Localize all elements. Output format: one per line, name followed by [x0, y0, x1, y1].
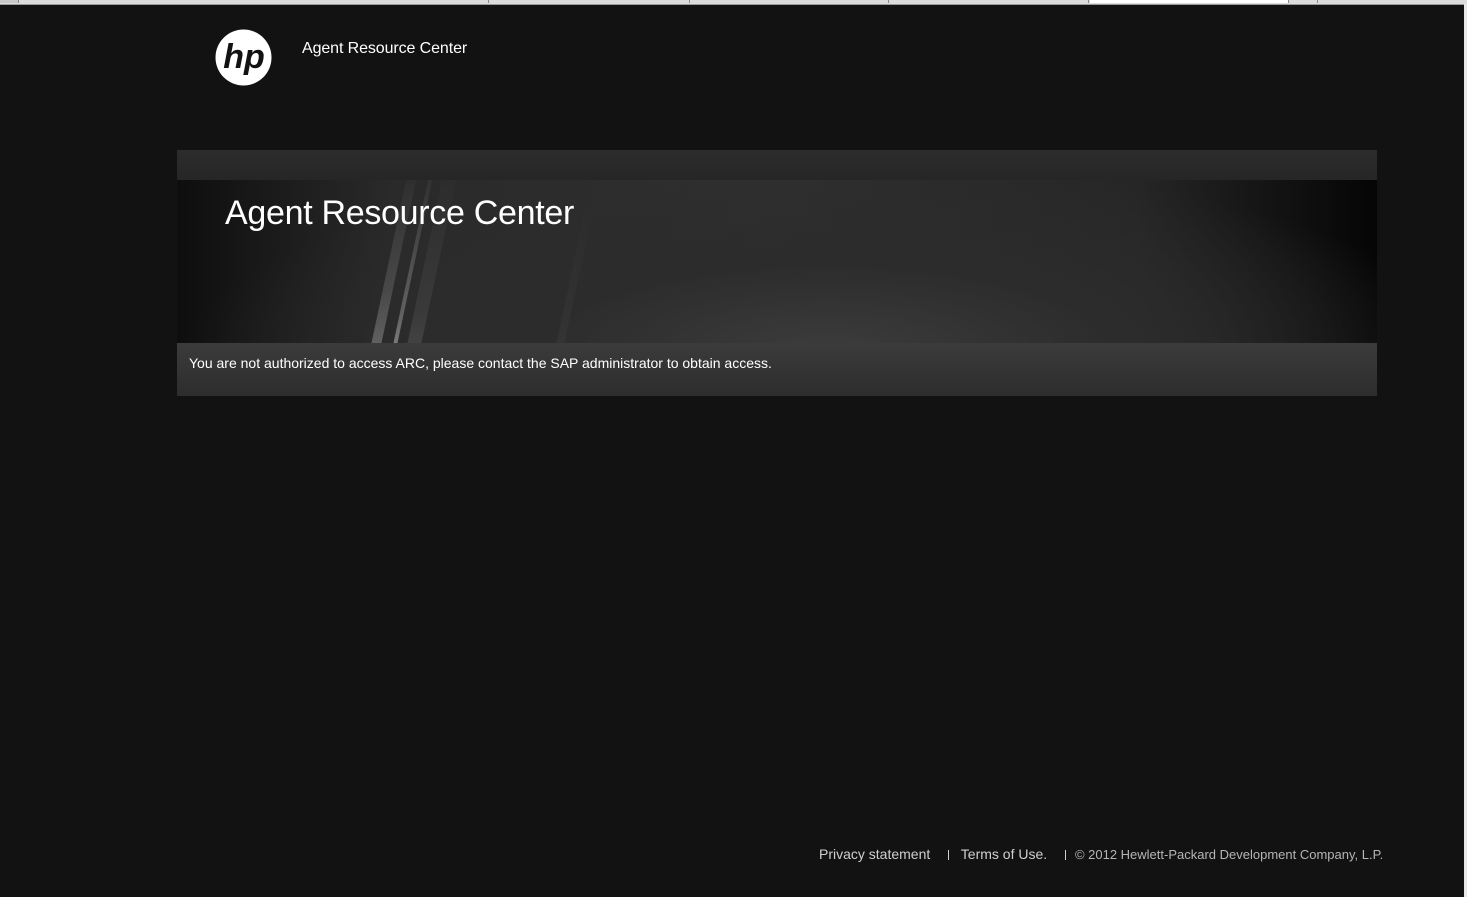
browser-tab[interactable] — [489, 0, 690, 3]
brand-title: Agent Resource Center — [302, 40, 468, 57]
footer-separator — [1065, 850, 1067, 860]
hp-logo-text: hp — [223, 38, 265, 76]
browser-tab[interactable] — [690, 0, 889, 3]
browser-tab[interactable] — [290, 0, 489, 3]
footer-separator — [948, 850, 950, 860]
footer: Privacy statement Terms of Use. © 2012 H… — [819, 846, 1383, 864]
browser-tab[interactable] — [889, 0, 1089, 3]
hero-title: Agent Resource Center — [225, 194, 575, 232]
access-denied-message: You are not authorized to access ARC, pl… — [189, 355, 772, 371]
browser-tab[interactable] — [0, 0, 19, 3]
hero-banner: Agent Resource Center — [177, 180, 1377, 343]
terms-of-use-link[interactable]: Terms of Use. — [961, 846, 1047, 862]
copyright-text: © 2012 Hewlett-Packard Development Compa… — [1074, 847, 1384, 862]
page: hp Agent Resource Center Agent Resource … — [0, 0, 1467, 897]
hp-logo-icon[interactable]: hp — [215, 29, 272, 86]
browser-tab-active[interactable] — [1090, 0, 1289, 3]
main-panel: Agent Resource Center You are not author… — [177, 150, 1377, 396]
access-notice: You are not authorized to access ARC, pl… — [177, 343, 1377, 396]
browser-tab-strip — [0, 0, 1467, 5]
browser-tab[interactable] — [1289, 0, 1318, 3]
panel-top-bar — [177, 150, 1377, 180]
privacy-statement-link[interactable]: Privacy statement — [819, 846, 930, 862]
